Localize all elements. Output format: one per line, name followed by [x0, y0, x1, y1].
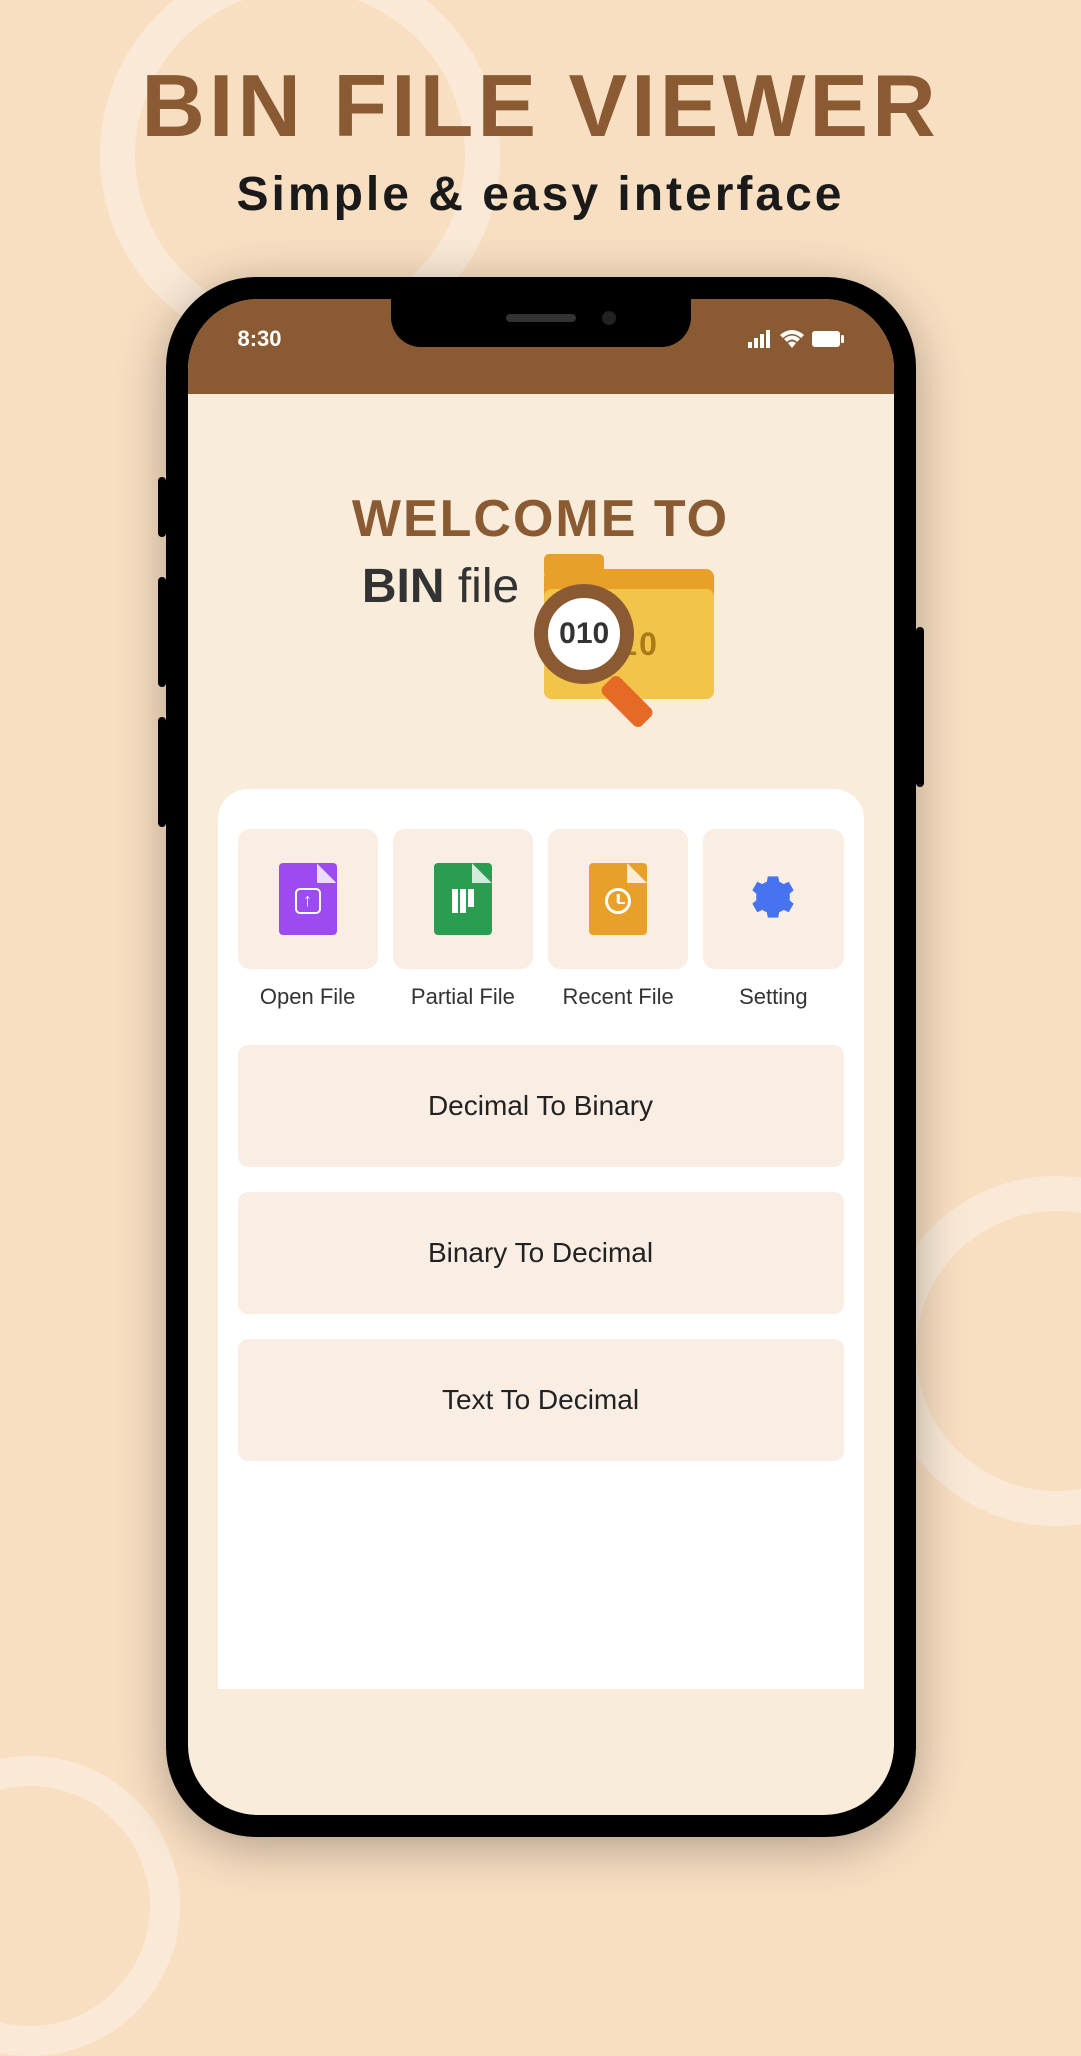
setting-button[interactable]	[703, 829, 843, 969]
grid-item-setting: Setting	[703, 829, 843, 1010]
folder-search-icon: 010 010	[539, 554, 719, 709]
file-chart-icon	[434, 863, 492, 935]
notch-camera	[602, 311, 616, 325]
gear-icon	[742, 866, 804, 933]
bin-file-text: BIN file	[362, 559, 519, 614]
grid-item-open-file: ↑ Open File	[238, 829, 378, 1010]
phone-side-button	[158, 477, 166, 537]
status-icons	[748, 330, 844, 348]
phone-side-button	[916, 627, 924, 787]
partial-file-button[interactable]	[393, 829, 533, 969]
bg-decor-circle	[0, 1756, 180, 2056]
grid-label: Recent File	[548, 984, 688, 1010]
file-upload-icon: ↑	[279, 863, 337, 935]
file-clock-icon	[589, 863, 647, 935]
list-buttons: Decimal To Binary Binary To Decimal Text…	[238, 1045, 844, 1461]
notch-speaker	[506, 314, 576, 322]
signal-icon	[748, 330, 772, 348]
app-content: WELCOME TO BIN file 010 010	[188, 394, 894, 1689]
wifi-icon	[780, 330, 804, 348]
promo-title: BIN FILE VIEWER	[0, 55, 1081, 157]
phone-notch	[391, 299, 691, 347]
phone-screen: 8:30 WELCOME TO BIN file 010 010	[188, 299, 894, 1815]
grid-label: Setting	[703, 984, 843, 1010]
open-file-button[interactable]: ↑	[238, 829, 378, 969]
grid-item-recent-file: Recent File	[548, 829, 688, 1010]
phone-side-button	[158, 577, 166, 687]
status-time: 8:30	[238, 326, 282, 352]
welcome-title: WELCOME TO	[218, 489, 864, 549]
promo-subtitle: Simple & easy interface	[0, 167, 1081, 222]
grid-label: Partial File	[393, 984, 533, 1010]
welcome-subtitle-row: BIN file 010 010	[218, 554, 864, 709]
text-to-decimal-button[interactable]: Text To Decimal	[238, 1339, 844, 1461]
recent-file-button[interactable]	[548, 829, 688, 969]
grid-buttons: ↑ Open File Partial File	[238, 829, 844, 1010]
magnifier-icon: 010	[534, 584, 634, 684]
phone-mockup: 8:30 WELCOME TO BIN file 010 010	[166, 277, 916, 1837]
binary-to-decimal-button[interactable]: Binary To Decimal	[238, 1192, 844, 1314]
decimal-to-binary-button[interactable]: Decimal To Binary	[238, 1045, 844, 1167]
grid-item-partial-file: Partial File	[393, 829, 533, 1010]
phone-side-button	[158, 717, 166, 827]
grid-label: Open File	[238, 984, 378, 1010]
battery-icon	[812, 331, 844, 347]
main-panel: ↑ Open File Partial File	[218, 789, 864, 1689]
